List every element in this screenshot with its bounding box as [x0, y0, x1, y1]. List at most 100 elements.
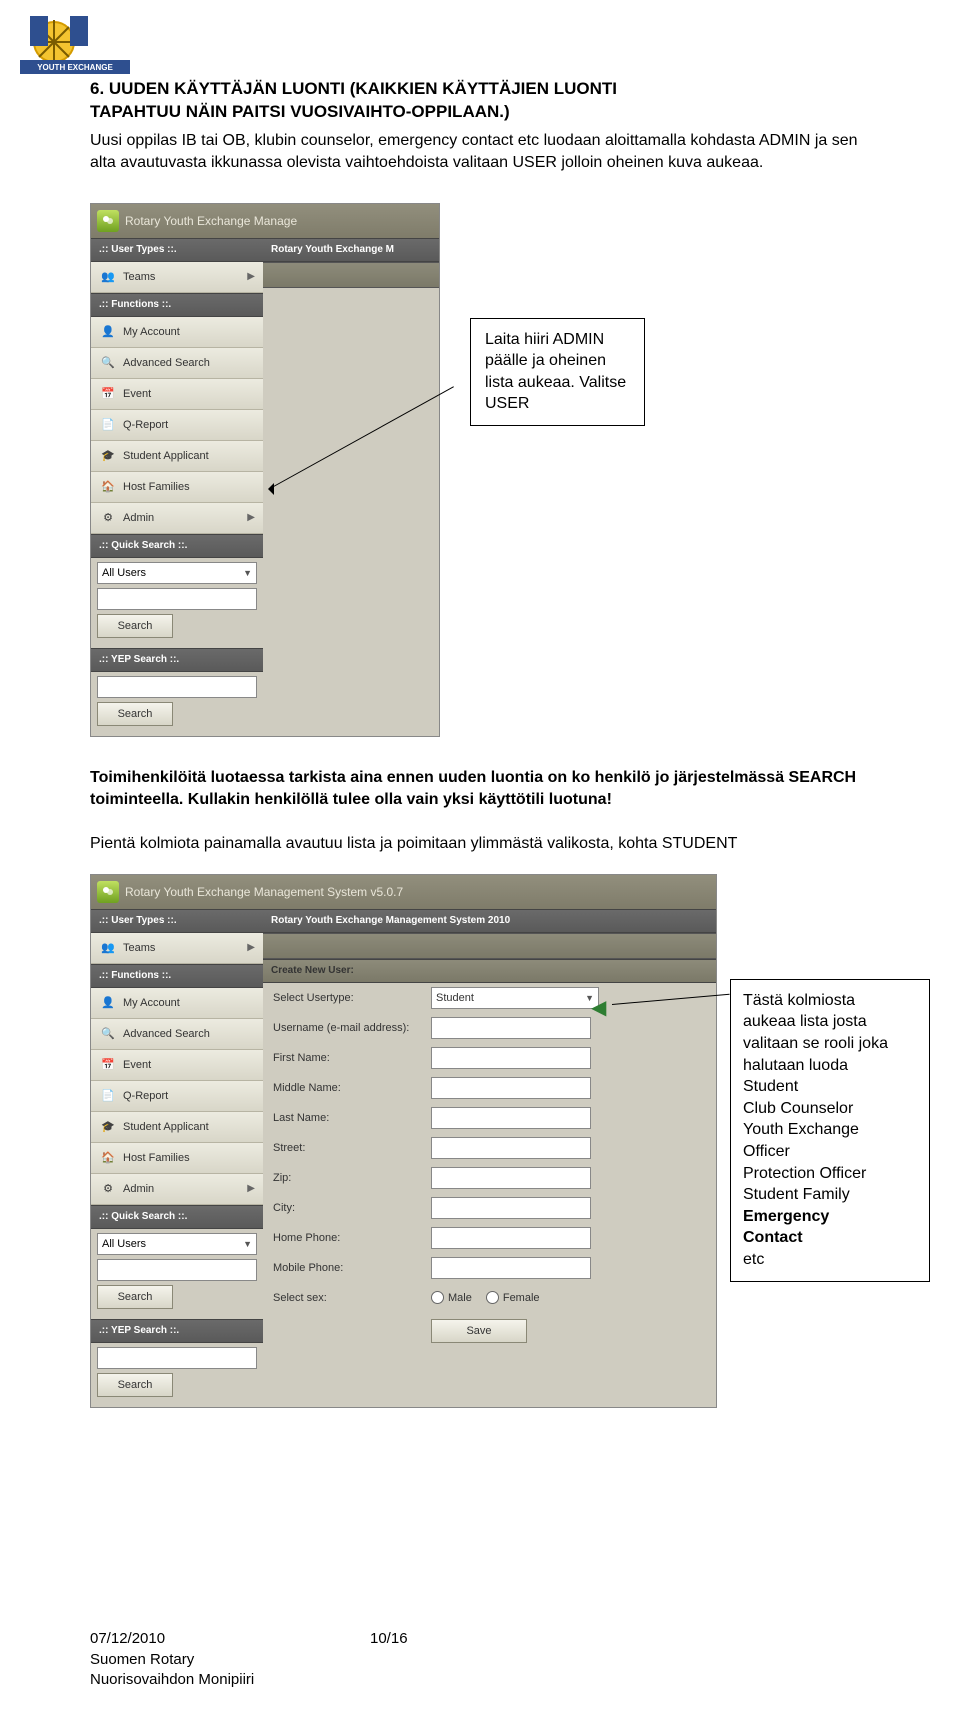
callout-line: Youth Exchange [743, 1121, 859, 1138]
page-footer: 07/12/2010 10/16 Suomen Rotary Nuorisova… [90, 1629, 254, 1690]
label: Advanced Search [123, 357, 210, 369]
sidebar-item-my-account[interactable]: 👤My Account [91, 317, 263, 348]
sidebar-item-student-applicant[interactable]: 🎓 Student Applicant [91, 1112, 263, 1143]
report-icon: 📄 [99, 1087, 117, 1105]
firstname-input[interactable] [431, 1047, 591, 1069]
sidebar-2: .:: User Types ::. 👥 Teams ▶ .:: Functio… [91, 909, 263, 1407]
sidebar-item-advanced-search[interactable]: 🔍Advanced Search [91, 1019, 263, 1050]
sidebar-item-qreport[interactable]: 📄Q-Report [91, 410, 263, 441]
radio-male[interactable]: Male [431, 1291, 472, 1304]
sidebar-item-student-applicant[interactable]: 🎓Student Applicant [91, 441, 263, 472]
callout-line: Club Counselor [743, 1100, 853, 1117]
sidebar-item-my-account[interactable]: 👤 My Account [91, 988, 263, 1019]
calendar-icon: 📅 [99, 1056, 117, 1074]
rotary-logo: YOUTH EXCHANGE [20, 12, 130, 76]
sidebar-item-event[interactable]: 📅Event [91, 379, 263, 410]
form-row-firstname: First Name: [263, 1043, 716, 1073]
usertype-select[interactable]: Student▼ [431, 987, 599, 1009]
sidebar-item-teams[interactable]: 👥 Teams ▶ [91, 933, 263, 964]
label: Teams [123, 942, 155, 954]
app-title-1: Rotary Youth Exchange Manage [125, 214, 297, 228]
label: My Account [123, 326, 180, 338]
select-value: Student [436, 992, 474, 1004]
logo-banner-text: YOUTH EXCHANGE [37, 63, 113, 72]
chevron-right-icon: ▶ [247, 271, 255, 282]
callout-line: Tästä kolmiosta [743, 992, 855, 1009]
search-button-quick[interactable]: Search [97, 1285, 173, 1309]
label-sex: Select sex: [273, 1292, 431, 1304]
heading-line2: TAPAHTUU NÄIN PAITSI VUOSIVAIHTO-OPPILAA… [90, 102, 510, 121]
radio-label: Female [503, 1292, 540, 1304]
team-icon: 👥 [99, 268, 117, 286]
label-lastname: Last Name: [273, 1112, 431, 1124]
user-icon: 👤 [99, 994, 117, 1012]
radio-female[interactable]: Female [486, 1291, 540, 1304]
search-button-yep[interactable]: Search [97, 1373, 173, 1397]
label-city: City: [273, 1202, 431, 1214]
radio-icon [486, 1291, 499, 1304]
city-input[interactable] [431, 1197, 591, 1219]
student-icon: 🎓 [99, 1118, 117, 1136]
callout-line: Student Family [743, 1186, 850, 1203]
middlename-input[interactable] [431, 1077, 591, 1099]
sidebar-header-usertypes: .:: User Types ::. [91, 909, 263, 933]
label-street: Street: [273, 1142, 431, 1154]
callout-line: Student [743, 1078, 798, 1095]
footer-date: 07/12/2010 [90, 1630, 165, 1647]
label-homephone: Home Phone: [273, 1232, 431, 1244]
sidebar-header-functions: .:: Functions ::. [91, 964, 263, 988]
sidebar-item-admin[interactable]: ⚙Admin▶ [91, 1174, 263, 1205]
home-icon: 🏠 [99, 1149, 117, 1167]
homephone-input[interactable] [431, 1227, 591, 1249]
sidebar-item-teams[interactable]: 👥 Teams ▶ [91, 262, 263, 293]
sidebar-item-event[interactable]: 📅 Event [91, 1050, 263, 1081]
form-row-zip: Zip: [263, 1163, 716, 1193]
app-icon [97, 210, 119, 232]
callout-line: valitaan se rooli joka [743, 1035, 888, 1052]
footer-org1: Suomen Rotary [90, 1651, 194, 1668]
search-button-quick[interactable]: Search [97, 614, 173, 638]
callout-line: Emergency [743, 1208, 829, 1225]
zip-input[interactable] [431, 1167, 591, 1189]
label: My Account [123, 997, 180, 1009]
username-input[interactable] [431, 1017, 591, 1039]
screenshot-2: Rotary Youth Exchange Management System … [90, 874, 717, 1408]
sidebar-item-advanced-search[interactable]: 🔍 Advanced Search [91, 348, 263, 379]
mobile-input[interactable] [431, 1257, 591, 1279]
callout-line: aukeaa lista josta [743, 1013, 867, 1030]
app-icon [97, 881, 119, 903]
pointer-triangle-icon: ◀ [591, 995, 606, 1020]
form-row-mobile: Mobile Phone: [263, 1253, 716, 1283]
yep-search-input[interactable] [97, 676, 257, 698]
mid-paragraph-1: Toimihenkilöitä luotaessa tarkista aina … [90, 767, 870, 812]
all-users-select[interactable]: All Users▼ [97, 562, 257, 584]
form-row-middlename: Middle Name: [263, 1073, 716, 1103]
calendar-icon: 📅 [99, 385, 117, 403]
select-value: All Users [102, 1238, 146, 1250]
form-row-street: Street: [263, 1133, 716, 1163]
radio-label: Male [448, 1292, 472, 1304]
quick-search-input[interactable] [97, 588, 257, 610]
search-icon: 🔍 [99, 354, 117, 372]
sidebar-item-admin[interactable]: ⚙Admin▶ [91, 503, 263, 534]
lastname-input[interactable] [431, 1107, 591, 1129]
sub-band-1 [263, 262, 439, 288]
callout-line: Contact [743, 1229, 803, 1246]
sidebar-item-qreport[interactable]: 📄Q-Report [91, 1081, 263, 1112]
sidebar-item-host-families[interactable]: 🏠Host Families [91, 1143, 263, 1174]
chevron-right-icon: ▶ [247, 512, 255, 523]
save-button[interactable]: Save [431, 1319, 527, 1343]
all-users-select[interactable]: All Users▼ [97, 1233, 257, 1255]
callout-line: halutaan luoda [743, 1057, 848, 1074]
yep-search-input[interactable] [97, 1347, 257, 1369]
street-input[interactable] [431, 1137, 591, 1159]
chevron-right-icon: ▶ [247, 1183, 255, 1194]
search-button-yep[interactable]: Search [97, 702, 173, 726]
chevron-down-icon: ▼ [243, 568, 252, 578]
sidebar-header-yep: .:: YEP Search ::. [91, 648, 263, 672]
quick-search-input[interactable] [97, 1259, 257, 1281]
label: Event [123, 1059, 151, 1071]
label: Student Applicant [123, 1121, 209, 1133]
form-row-usertype: Select Usertype: Student▼ [263, 983, 716, 1013]
sidebar-item-host-families[interactable]: 🏠Host Families [91, 472, 263, 503]
